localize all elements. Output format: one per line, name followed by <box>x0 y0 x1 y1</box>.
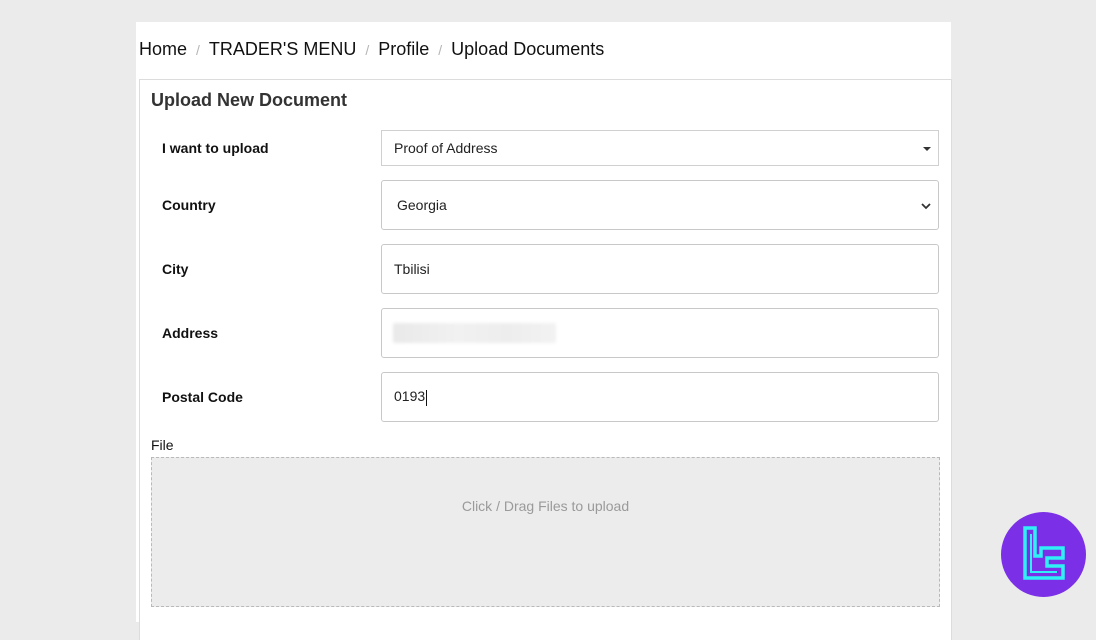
file-label: File <box>151 437 174 453</box>
country-select[interactable]: Georgia <box>381 180 939 230</box>
tc-logo-mark <box>1023 526 1065 580</box>
upload-type-label: I want to upload <box>162 140 269 156</box>
page-container: Home / TRADER'S MENU / Profile / Upload … <box>136 22 952 640</box>
city-input[interactable]: Tbilisi <box>381 244 939 294</box>
upload-type-value: Proof of Address <box>394 140 498 156</box>
address-label: Address <box>162 325 219 341</box>
file-dropzone[interactable]: Click / Drag Files to upload <box>151 457 940 607</box>
breadcrumb-upload-documents: Upload Documents <box>451 39 605 59</box>
address-redacted <box>393 323 556 343</box>
breadcrumb-profile[interactable]: Profile <box>378 39 429 60</box>
panel-title: Upload New Document <box>151 90 348 110</box>
postal-code-label: Postal Code <box>162 389 243 405</box>
breadcrumb: Home / TRADER'S MENU / Profile / Upload … <box>139 39 604 60</box>
city-value: Tbilisi <box>394 261 430 277</box>
upload-panel: Upload New Document I want to upload Pro… <box>139 79 952 640</box>
country-value: Georgia <box>397 197 447 213</box>
postal-code-value: 0193 <box>394 388 428 406</box>
breadcrumb-separator: / <box>365 41 370 58</box>
city-label: City <box>162 261 189 277</box>
dropzone-text: Click / Drag Files to upload <box>461 498 630 514</box>
tc-logo-icon <box>1001 512 1086 597</box>
upload-type-select[interactable]: Proof of Address <box>381 130 939 166</box>
country-label: Country <box>162 197 216 213</box>
caret-down-icon <box>923 147 931 151</box>
breadcrumb-home[interactable]: Home <box>139 39 187 60</box>
chevron-down-icon <box>921 203 931 210</box>
breadcrumb-separator: / <box>196 41 200 58</box>
text-cursor <box>426 389 428 406</box>
postal-code-input[interactable]: 0193 <box>381 372 939 422</box>
breadcrumb-separator: / <box>438 41 443 58</box>
address-input[interactable] <box>381 308 939 358</box>
breadcrumb-traders-menu[interactable]: TRADER'S MENU <box>209 39 356 60</box>
